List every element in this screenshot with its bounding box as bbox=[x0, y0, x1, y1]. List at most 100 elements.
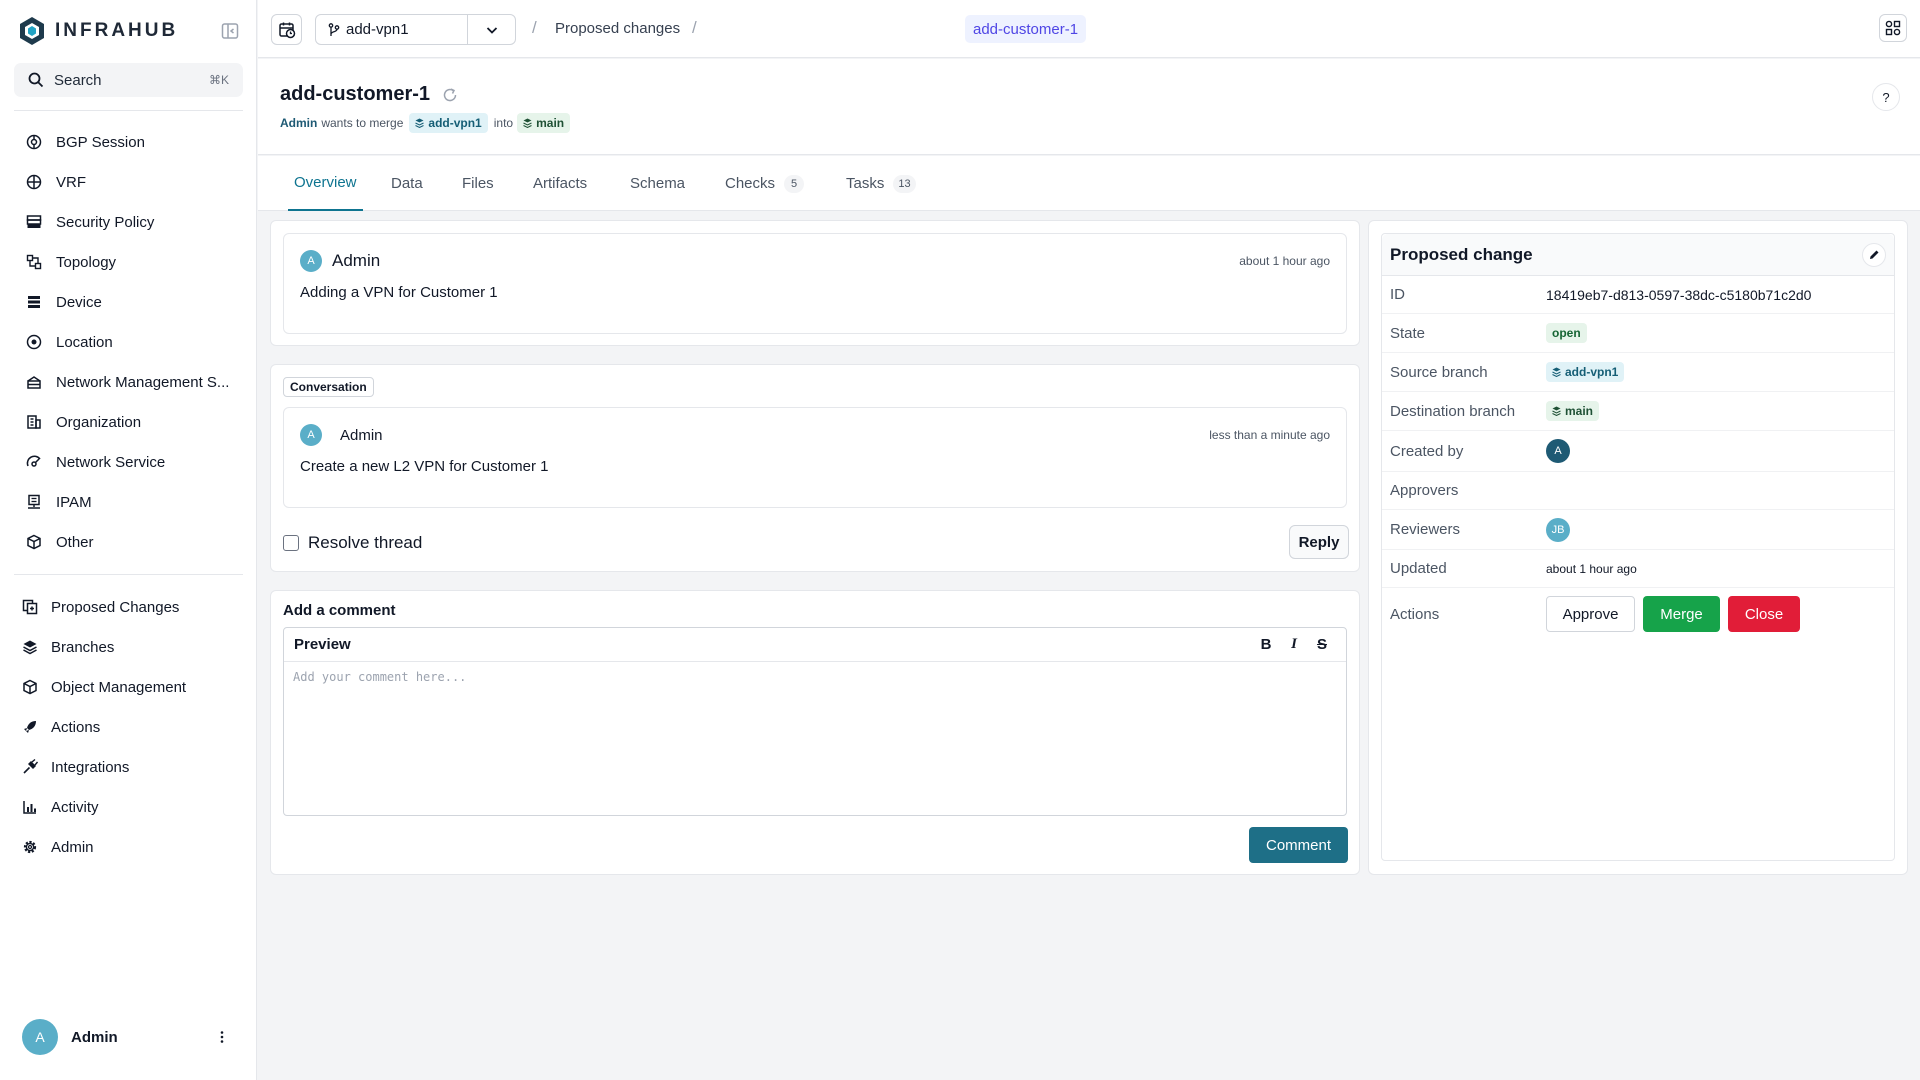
sidebar-item-object-management[interactable]: Object Management bbox=[14, 667, 243, 707]
sidebar-item-activity[interactable]: Activity bbox=[14, 787, 243, 827]
tab-label: Tasks bbox=[846, 175, 885, 192]
schema-nav: BGP Session VRF Security Policy Topology… bbox=[14, 122, 243, 562]
sidebar-item-label: Integrations bbox=[51, 758, 130, 776]
sidebar-item-label: BGP Session bbox=[56, 133, 145, 151]
description-panel: A Admin about 1 hour ago Adding a VPN fo… bbox=[270, 220, 1360, 346]
approve-button[interactable]: Approve bbox=[1546, 596, 1635, 632]
destination-branch-name: main bbox=[1565, 404, 1594, 418]
branch-dropdown-button[interactable] bbox=[467, 15, 515, 44]
topology-icon bbox=[26, 254, 42, 270]
merge-button[interactable]: Merge bbox=[1643, 596, 1720, 632]
branches-icon bbox=[23, 640, 37, 655]
apps-grid-icon bbox=[1885, 20, 1901, 36]
proposed-change-details: Proposed change ID 18419eb7-d813-0597-38… bbox=[1368, 220, 1908, 875]
branch-selector[interactable]: add-vpn1 bbox=[315, 14, 516, 45]
refresh-icon[interactable] bbox=[442, 87, 458, 103]
tab-files[interactable]: Files bbox=[462, 156, 494, 211]
sidebar-item-network-management[interactable]: Network Management S... bbox=[14, 362, 243, 402]
tab-checks[interactable]: Checks 5 bbox=[725, 156, 805, 211]
close-button[interactable]: Close bbox=[1728, 596, 1800, 632]
sidebar-item-network-service[interactable]: Network Service bbox=[14, 442, 243, 482]
app-nav: Proposed Changes Branches Object Managem… bbox=[14, 587, 243, 867]
resolve-thread-checkbox[interactable]: Resolve thread bbox=[283, 533, 422, 553]
time-travel-button[interactable] bbox=[271, 14, 302, 45]
sidebar-item-admin[interactable]: Admin bbox=[14, 827, 243, 867]
comment-submit-button[interactable]: Comment bbox=[1249, 827, 1348, 863]
sidebar-item-label: Topology bbox=[56, 253, 117, 271]
more-options-icon[interactable] bbox=[214, 1029, 230, 1045]
breadcrumb-current[interactable]: add-customer-1 bbox=[965, 15, 1087, 43]
collapse-sidebar-icon[interactable] bbox=[220, 21, 240, 41]
updated-time: about 1 hour ago bbox=[1546, 561, 1637, 576]
tab-tasks[interactable]: Tasks 13 bbox=[846, 156, 916, 211]
search-button[interactable]: Search ⌘K bbox=[14, 63, 243, 97]
sidebar-item-security-policy[interactable]: Security Policy bbox=[14, 202, 243, 242]
comment-header: A Admin about 1 hour ago bbox=[300, 250, 1330, 272]
strikethrough-button[interactable]: S bbox=[1308, 635, 1336, 655]
sidebar-item-branches[interactable]: Branches bbox=[14, 627, 243, 667]
detail-row-source-branch: Source branch add-vpn1 bbox=[1382, 353, 1894, 392]
sidebar-item-label: Device bbox=[56, 293, 102, 311]
author-link[interactable]: Admin bbox=[280, 116, 317, 130]
integrations-icon bbox=[23, 759, 38, 774]
avatar[interactable]: A bbox=[1546, 439, 1570, 463]
sidebar-item-proposed-changes[interactable]: Proposed Changes bbox=[14, 587, 243, 627]
detail-label: Destination branch bbox=[1390, 402, 1516, 420]
tab-artifacts[interactable]: Artifacts bbox=[533, 156, 587, 211]
sidebar-item-label: Proposed Changes bbox=[51, 598, 180, 616]
branch-layers-icon bbox=[1552, 367, 1561, 377]
resolve-thread-label: Resolve thread bbox=[308, 533, 423, 552]
sidebar-item-integrations[interactable]: Integrations bbox=[14, 747, 243, 787]
search-label: Search bbox=[54, 71, 102, 89]
admin-gear-icon bbox=[23, 840, 37, 854]
help-button[interactable]: ? bbox=[1872, 83, 1900, 111]
checkbox[interactable] bbox=[283, 535, 299, 551]
destination-branch-badge[interactable]: main bbox=[517, 113, 571, 133]
sidebar-item-vrf[interactable]: VRF bbox=[14, 162, 243, 202]
app-name: INFRAHUB bbox=[55, 20, 179, 41]
preview-tab[interactable]: Preview bbox=[294, 636, 1252, 653]
user-menu[interactable]: A Admin bbox=[22, 1019, 230, 1055]
sidebar-item-label: IPAM bbox=[56, 493, 92, 511]
tab-label: Files bbox=[462, 175, 494, 192]
italic-button[interactable]: I bbox=[1280, 635, 1308, 655]
tab-data[interactable]: Data bbox=[391, 156, 423, 211]
destination-branch-badge[interactable]: main bbox=[1546, 401, 1600, 421]
proposed-change-name: add-customer-1 bbox=[280, 83, 431, 105]
avatar[interactable]: JB bbox=[1546, 517, 1570, 542]
apps-menu-button[interactable] bbox=[1879, 14, 1907, 42]
sidebar-item-label: Location bbox=[56, 333, 113, 351]
reply-button[interactable]: Reply bbox=[1289, 525, 1349, 559]
comment-textarea[interactable] bbox=[284, 662, 1346, 815]
sidebar-item-other[interactable]: Other bbox=[14, 522, 243, 562]
sidebar-item-ipam[interactable]: IPAM bbox=[14, 482, 243, 522]
branch-selector-value[interactable]: add-vpn1 bbox=[316, 21, 467, 38]
detail-label: Approvers bbox=[1390, 482, 1459, 499]
tab-schema[interactable]: Schema bbox=[630, 156, 685, 211]
branch-layers-icon bbox=[415, 118, 425, 128]
sidebar-item-topology[interactable]: Topology bbox=[14, 242, 243, 282]
details-card: Proposed change ID 18419eb7-d813-0597-38… bbox=[1381, 233, 1895, 861]
edit-button[interactable] bbox=[1862, 242, 1886, 267]
search-shortcut: ⌘K bbox=[208, 73, 229, 87]
search-icon bbox=[28, 72, 44, 88]
tab-label: Data bbox=[391, 175, 423, 192]
sidebar-item-device[interactable]: Device bbox=[14, 282, 243, 322]
branch-layers-icon bbox=[1552, 406, 1561, 416]
comment-time: less than a minute ago bbox=[1209, 428, 1330, 442]
sidebar-item-organization[interactable]: Organization bbox=[14, 402, 243, 442]
sidebar-item-actions[interactable]: Actions bbox=[14, 707, 243, 747]
security-policy-icon bbox=[26, 215, 42, 228]
sidebar-item-label: Network Management S... bbox=[56, 373, 230, 391]
sidebar-divider bbox=[14, 574, 243, 575]
bold-button[interactable]: B bbox=[1252, 635, 1280, 655]
breadcrumb-proposed-changes[interactable]: Proposed changes bbox=[555, 20, 680, 37]
sidebar-item-bgp-session[interactable]: BGP Session bbox=[14, 122, 243, 162]
sidebar-item-location[interactable]: Location bbox=[14, 322, 243, 362]
actions-icon bbox=[24, 721, 36, 733]
tab-overview[interactable]: Overview bbox=[288, 156, 363, 211]
logo[interactable]: INFRAHUB bbox=[18, 14, 240, 48]
source-branch-badge[interactable]: add-vpn1 bbox=[409, 113, 488, 133]
source-branch-badge[interactable]: add-vpn1 bbox=[1546, 362, 1625, 382]
details-title: Proposed change bbox=[1390, 244, 1533, 264]
